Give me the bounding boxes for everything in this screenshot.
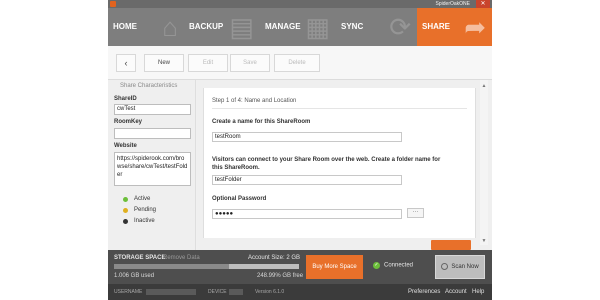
- scrollbar[interactable]: ▲ ▼: [480, 80, 488, 245]
- inactive-status-dot-icon: [123, 218, 128, 224]
- username-label: USERNAME: [114, 289, 143, 295]
- delete-button[interactable]: Delete: [274, 54, 320, 72]
- nav-backup-label: BACKUP: [189, 22, 224, 31]
- nav-manage-label: MANAGE: [265, 22, 301, 31]
- status-inactive: Inactive: [123, 217, 155, 225]
- folder-name-label: Visitors can connect to your Share Room …: [212, 157, 441, 171]
- active-status-dot-icon: [123, 196, 128, 202]
- storage-progress-fill: [114, 264, 229, 269]
- nav-home[interactable]: HOME ⌂: [108, 8, 184, 46]
- pending-status-dot-icon: [123, 207, 128, 213]
- backup-icon: ▤: [229, 12, 254, 42]
- help-link[interactable]: Help: [472, 284, 484, 300]
- remove-data-link[interactable]: Remove Data: [163, 255, 200, 261]
- storage-progress-bar: [114, 264, 299, 269]
- app-title: SpiderOakONE: [435, 1, 470, 7]
- status-pending: Pending: [123, 206, 156, 214]
- share-icon: ➦: [464, 12, 486, 42]
- nav-share[interactable]: SHARE ➦: [417, 8, 492, 46]
- nav-home-label: HOME: [113, 22, 137, 31]
- step-title: Step 1 of 4: Name and Location: [212, 98, 297, 104]
- buy-more-space-button[interactable]: Buy More Space: [306, 255, 363, 279]
- password-label: Optional Password: [212, 196, 267, 202]
- house-icon: ⌂: [162, 12, 178, 42]
- storage-free: 248.99% GB free: [257, 273, 304, 279]
- app-window: SpiderOakONE ✕ HOME ⌂ BACKUP ▤ MANAGE ▦ …: [108, 0, 492, 300]
- account-link[interactable]: Account: [445, 284, 467, 300]
- folder-name-input[interactable]: testFolder: [212, 175, 402, 185]
- shareid-label: ShareID: [114, 96, 137, 102]
- version-text: Version 6.1.0: [255, 289, 285, 295]
- device-value: [229, 289, 243, 295]
- password-input[interactable]: ●●●●●: [212, 209, 402, 219]
- connection-status: ✓ Connected: [373, 262, 413, 269]
- nav-share-label: SHARE: [422, 22, 451, 31]
- account-size: Account Size: 2 GB: [248, 255, 301, 261]
- scan-now-label: Scan Now: [451, 264, 479, 270]
- shareid-field[interactable]: cwTest: [114, 104, 191, 115]
- toolbar: ‹ New Edit Save Delete: [108, 46, 492, 80]
- status-label: Active: [134, 196, 151, 202]
- status-label: Pending: [134, 207, 157, 213]
- edit-button[interactable]: Edit: [188, 54, 228, 72]
- app-logo-icon: [110, 1, 116, 7]
- save-button[interactable]: Save: [230, 54, 270, 72]
- title-bar: SpiderOakONE ✕: [108, 0, 492, 8]
- new-button[interactable]: New: [144, 54, 184, 72]
- manage-icon: ▦: [305, 12, 330, 42]
- room-name-label: Create a name for this ShareRoom: [212, 119, 311, 125]
- close-icon[interactable]: ✕: [476, 0, 490, 8]
- storage-used: 1.006 GB used: [114, 273, 155, 279]
- storage-title: STORAGE SPACE: [114, 255, 166, 261]
- nav-backup[interactable]: BACKUP ▤: [184, 8, 260, 46]
- scroll-down-icon[interactable]: ▼: [480, 237, 488, 245]
- status-label: Inactive: [134, 218, 155, 224]
- divider: [212, 108, 467, 109]
- username-value: [146, 289, 196, 295]
- sidebar-heading: Share Characteristics: [120, 83, 178, 89]
- share-sidebar: Share Characteristics ShareID cwTest Roo…: [108, 80, 196, 250]
- back-button[interactable]: ‹: [116, 54, 136, 72]
- sync-icon: ⟳: [389, 12, 411, 42]
- connection-label: Connected: [384, 262, 414, 269]
- room-name-input[interactable]: testRoom: [212, 132, 402, 142]
- nav-sync[interactable]: SYNC ⟳: [336, 8, 417, 46]
- top-nav: HOME ⌂ BACKUP ▤ MANAGE ▦ SYNC ⟳ SHARE ➦: [108, 8, 492, 46]
- password-options-button[interactable]: ···: [407, 208, 424, 218]
- website-field[interactable]: https://spiderook.com/browse/share/cwTes…: [114, 152, 191, 186]
- next-button[interactable]: [431, 240, 471, 250]
- storage-footer: STORAGE SPACE Remove Data Account Size: …: [108, 250, 492, 284]
- website-label: Website: [114, 143, 137, 149]
- scroll-up-icon[interactable]: ▲: [480, 82, 488, 90]
- roomkey-label: RoomKey: [114, 119, 143, 125]
- device-label: DEVICE: [208, 289, 227, 295]
- scan-icon: [441, 262, 449, 270]
- scan-now-button[interactable]: Scan Now: [435, 255, 485, 279]
- nav-sync-label: SYNC: [341, 22, 364, 31]
- check-icon: ✓: [373, 262, 380, 269]
- preferences-link[interactable]: Preferences: [408, 284, 440, 300]
- status-bar: USERNAME DEVICE Version 6.1.0 Preference…: [108, 284, 492, 300]
- roomkey-field[interactable]: [114, 128, 191, 139]
- share-wizard: Step 1 of 4: Name and Location Create a …: [197, 80, 492, 250]
- nav-manage[interactable]: MANAGE ▦: [260, 8, 336, 46]
- status-active: Active: [123, 195, 150, 203]
